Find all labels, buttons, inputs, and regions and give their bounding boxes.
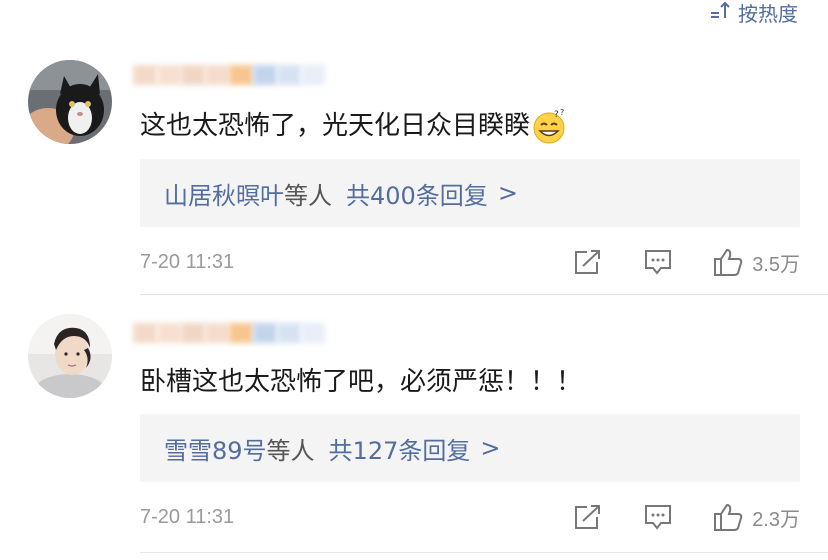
reply-count: 共127条回复 [328,436,471,465]
reply-count: 共400条回复 [346,181,488,210]
reply-usernames: 雪雪89号 [164,436,267,465]
reply-summary-link[interactable]: 山居秋暝叶 等人 共400条回复 > [140,159,800,227]
timestamp: 7-20 11:31 [140,505,235,528]
username-redacted [133,320,338,346]
comment-text: 这也太恐怖了，光天化日众目睽睽 ? ? [140,108,568,144]
comment-meta: 7-20 11:31 3.5万 [140,242,800,282]
comment-text: 卧槽这也太恐怖了吧，必须严惩！！！ [140,367,583,397]
timestamp: 7-20 11:31 [140,250,235,273]
like-button[interactable]: 2.3万 [712,501,800,533]
chevron-right-icon: > [480,434,501,462]
reply-usernames: 山居秋暝叶 [164,181,284,210]
comment-meta: 7-20 11:31 2.3万 [140,497,800,537]
like-count: 2.3万 [752,508,800,531]
comment-icon[interactable] [642,246,674,278]
svg-text:?: ? [560,108,564,117]
reply-etc: 等人 [266,436,315,465]
avatar[interactable] [28,60,112,144]
sort-icon [710,1,732,24]
username-redacted [133,62,338,88]
like-count: 3.5万 [752,253,800,276]
chevron-right-icon: > [497,179,518,207]
divider [140,552,828,553]
sort-by-hot-button[interactable]: 按热度 [710,0,798,26]
reply-summary-link[interactable]: 雪雪89号 等人 共127条回复 > [140,414,800,482]
like-button[interactable]: 3.5万 [712,246,800,278]
sort-label: 按热度 [738,1,798,26]
svg-text:?: ? [554,110,559,120]
share-icon[interactable] [572,501,604,533]
avatar[interactable] [28,314,112,398]
reply-etc: 等人 [284,181,332,210]
thumbs-up-icon [712,246,744,278]
share-icon[interactable] [572,246,604,278]
divider [140,294,828,295]
comment-icon[interactable] [642,501,674,533]
dizzy-grin-emoji: ? ? [532,108,568,144]
thumbs-up-icon [712,501,744,533]
